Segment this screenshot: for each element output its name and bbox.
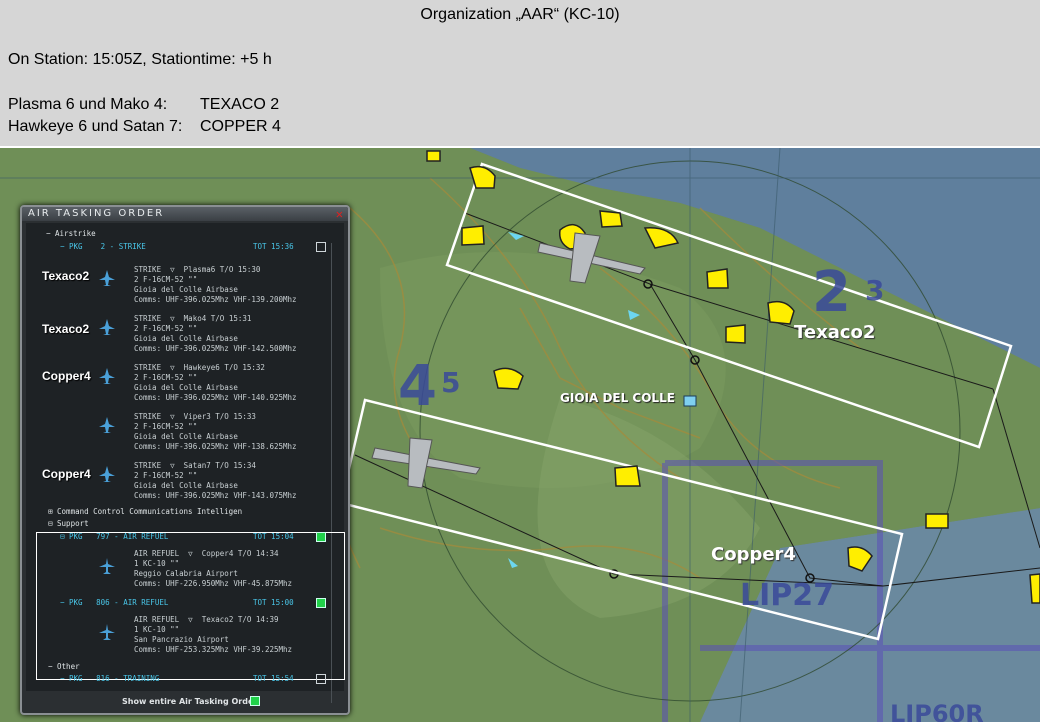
tanker-assignment-label: Copper4 xyxy=(42,369,91,383)
air-tasking-order-window[interactable]: AIR TASKING ORDER ✕ − Airstrike − PKG 2 … xyxy=(20,205,350,715)
on-station-text: On Station: 15:05Z, Stationtime: +5 h xyxy=(8,51,272,68)
slide-header: Organization „AAR“ (KC-10) On Station: 1… xyxy=(0,0,1040,146)
other-node[interactable]: − Other xyxy=(48,662,80,671)
assignment-value: COPPER 4 xyxy=(200,118,281,135)
strike-tot: TOT 15:36 xyxy=(253,242,294,251)
package-checkbox-checked[interactable] xyxy=(316,532,326,542)
assignment-row: Hawkeye 6 und Satan 7: COPPER 4 xyxy=(8,118,281,136)
support-label: Support xyxy=(57,519,89,528)
support-package-row[interactable]: − PKG 806 - AIR REFUEL xyxy=(60,598,168,607)
mission-entry[interactable]: STRIKE ▽ Viper3 T/O 15:33 2 F-16CM-52 ""… xyxy=(134,412,297,452)
ato-tree[interactable]: − Airstrike − PKG 2 - STRIKE TOT 15:36 S… xyxy=(26,223,345,703)
tanker-aircraft-icon xyxy=(98,557,116,575)
pkg-label: PKG xyxy=(69,598,83,607)
airstrike-node[interactable]: − Airstrike xyxy=(46,229,96,238)
airbase-label[interactable]: GIOIA DEL COLLE xyxy=(560,391,675,405)
pkg-label: PKG xyxy=(69,242,83,251)
strike-package-row[interactable]: − PKG 2 - STRIKE xyxy=(60,242,146,251)
support-package-row[interactable]: ⊟ PKG 797 - AIR REFUEL xyxy=(60,532,168,541)
ato-title: AIR TASKING ORDER xyxy=(22,207,348,221)
texaco-track-label: Texaco2 xyxy=(794,322,876,343)
pkg-label: PKG xyxy=(69,532,83,541)
tanker-aircraft-icon xyxy=(98,623,116,641)
fighter-jet-icon xyxy=(98,269,116,287)
pkg-name: 816 - TRAINING xyxy=(96,674,160,683)
training-tot: TOT 15:54 xyxy=(253,674,294,683)
region-number: 3 xyxy=(865,274,885,307)
assignment-label: Hawkeye 6 und Satan 7: xyxy=(8,118,183,135)
other-label: Other xyxy=(57,662,80,671)
package-checkbox[interactable] xyxy=(316,242,326,252)
assignment-row: Plasma 6 und Mako 4: TEXACO 2 xyxy=(8,96,279,114)
pkg-name: 797 - AIR REFUEL xyxy=(96,532,169,541)
tanker-assignment-label: Texaco2 xyxy=(42,322,90,336)
support-tot: TOT 15:00 xyxy=(253,598,294,607)
package-checkbox-checked[interactable] xyxy=(316,598,326,608)
pkg-name: 806 - AIR REFUEL xyxy=(96,598,169,607)
slide-title: Organization „AAR“ (KC-10) xyxy=(420,6,620,23)
assignment-value: TEXACO 2 xyxy=(200,96,280,113)
show-entire-ato-label: Show entire Air Tasking Order xyxy=(122,697,258,706)
mission-entry[interactable]: STRIKE ▽ Plasma6 T/O 15:30 2 F-16CM-52 "… xyxy=(134,265,297,305)
region-number: 2 xyxy=(812,260,851,325)
region-number: 4 xyxy=(398,354,437,419)
ato-footer: Show entire Air Tasking Order xyxy=(22,691,348,713)
tanker-assignment-label: Texaco2 xyxy=(42,269,90,283)
training-package-row[interactable]: − PKG 816 - TRAINING xyxy=(60,674,159,683)
region-number: 5 xyxy=(441,366,461,399)
mission-entry[interactable]: AIR REFUEL ▽ Copper4 T/O 14:34 1 KC-10 "… xyxy=(134,549,292,589)
fighter-jet-icon xyxy=(98,318,116,336)
assignment-label: Plasma 6 und Mako 4: xyxy=(8,96,168,113)
pkg-label: PKG xyxy=(69,674,83,683)
ccci-label: Command Control Communications Intellige… xyxy=(57,507,243,516)
show-entire-ato-checkbox[interactable] xyxy=(250,696,260,706)
mission-entry[interactable]: STRIKE ▽ Mako4 T/O 15:31 2 F-16CM-52 "" … xyxy=(134,314,297,354)
ccci-node[interactable]: ⊞ Command Control Communications Intelli… xyxy=(48,507,242,516)
fighter-jet-icon xyxy=(98,367,116,385)
mission-entry[interactable]: AIR REFUEL ▽ Texaco2 T/O 14:39 1 KC-10 "… xyxy=(134,615,292,655)
pkg-name: 2 - STRIKE xyxy=(100,242,146,251)
area-code-label: LIP27 xyxy=(740,578,835,613)
area-code-label: LIP60R xyxy=(890,700,984,722)
package-checkbox[interactable] xyxy=(316,674,326,684)
tanker-assignment-label: Copper4 xyxy=(42,467,91,481)
fighter-jet-icon xyxy=(98,416,116,434)
support-node[interactable]: ⊟ Support xyxy=(48,519,89,528)
support-tot: TOT 15:04 xyxy=(253,532,294,541)
mission-entry[interactable]: STRIKE ▽ Hawkeye6 T/O 15:32 2 F-16CM-52 … xyxy=(134,363,297,403)
mission-entry[interactable]: STRIKE ▽ Satan7 T/O 15:34 2 F-16CM-52 ""… xyxy=(134,461,297,501)
airstrike-label: Airstrike xyxy=(55,229,96,238)
copper-track-label: Copper4 xyxy=(711,544,796,565)
close-icon[interactable]: ✕ xyxy=(336,207,343,221)
fighter-jet-icon xyxy=(98,465,116,483)
